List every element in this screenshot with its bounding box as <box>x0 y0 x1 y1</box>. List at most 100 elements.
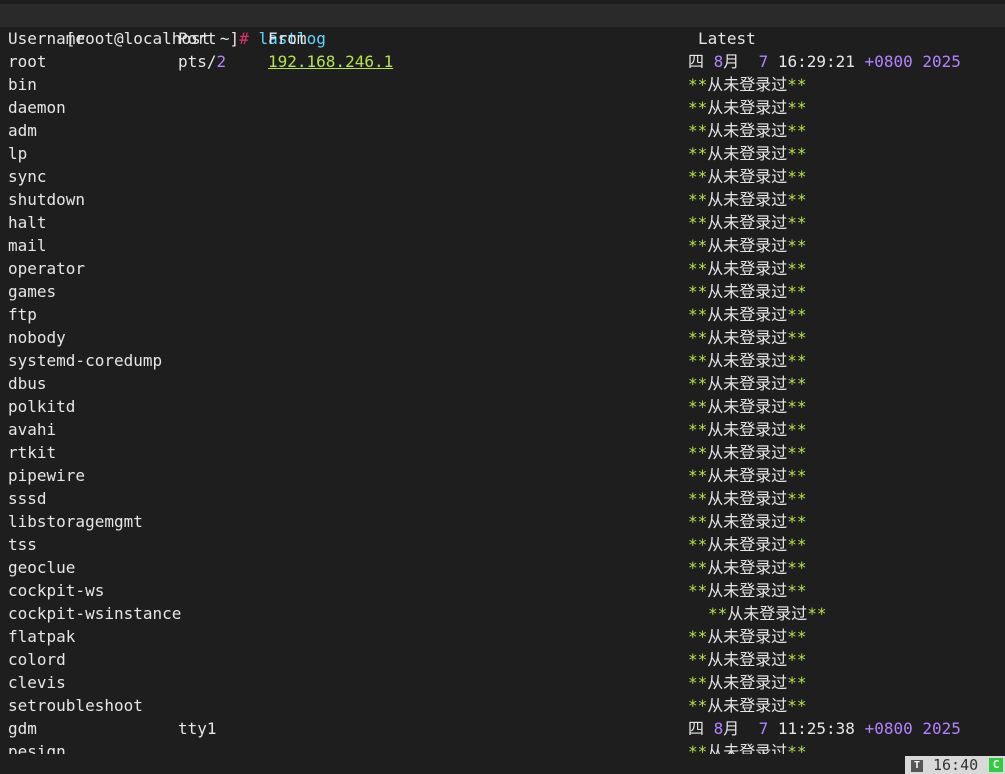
row-latest: **从未登录过** <box>688 673 807 692</box>
connection-status-icon: C <box>989 758 1003 772</box>
row-latest: **从未登录过** <box>688 466 807 485</box>
header-row: Username Port From Latest <box>0 27 756 50</box>
row-latest: 四 8月 7 11:25:38 +0800 2025 <box>688 719 961 738</box>
row-latest: **从未登录过** <box>688 98 807 117</box>
row-latest: **从未登录过** <box>688 512 807 531</box>
row-latest: **从未登录过** <box>688 213 807 232</box>
row-latest: **从未登录过** <box>688 696 807 715</box>
table-row: cockpit-wsinstance **从未登录过** <box>0 602 1005 625</box>
header-username: Username <box>8 29 86 48</box>
table-row: rtkit **从未登录过** <box>0 441 1005 464</box>
table-row: adm **从未登录过** <box>0 119 1005 142</box>
table-row: root pts/2 192.168.246.1 四 8月 7 16:29:21 +0… <box>0 50 1005 73</box>
row-latest: **从未登录过** <box>688 167 807 186</box>
row-username: cockpit-ws <box>8 581 105 600</box>
row-username: sync <box>8 167 47 186</box>
row-latest: **从未登录过** <box>688 489 807 508</box>
status-bar: T 16:40 C <box>0 754 1005 774</box>
row-latest: **从未登录过** <box>688 121 807 140</box>
table-row: halt **从未登录过** <box>0 211 1005 234</box>
table-row: colord **从未登录过** <box>0 648 1005 671</box>
header-latest: Latest <box>698 29 756 48</box>
row-latest: **从未登录过** <box>688 351 807 370</box>
row-latest: **从未登录过** <box>708 604 827 623</box>
table-row: polkitd **从未登录过** <box>0 395 1005 418</box>
row-latest: **从未登录过** <box>688 374 807 393</box>
table-row: mail **从未登录过** <box>0 234 1005 257</box>
row-latest: **从未登录过** <box>688 259 807 278</box>
row-latest: **从未登录过** <box>688 75 807 94</box>
row-latest: **从未登录过** <box>688 144 807 163</box>
table-row: shutdown **从未登录过** <box>0 188 1005 211</box>
table-row: systemd-coredump **从未登录过** <box>0 349 1005 372</box>
row-username: root <box>8 52 47 71</box>
row-username: lp <box>8 144 28 163</box>
row-username: mail <box>8 236 47 255</box>
row-latest: **从未登录过** <box>688 535 807 554</box>
table-row: operator **从未登录过** <box>0 257 1005 280</box>
header-port: Port <box>178 29 217 48</box>
row-latest: **从未登录过** <box>688 443 807 462</box>
row-username: ftp <box>8 305 37 324</box>
row-username: libstoragemgmt <box>8 512 143 531</box>
terminal-icon: T <box>911 760 923 772</box>
header-from: From <box>268 29 307 48</box>
row-username: shutdown <box>8 190 86 209</box>
row-latest: **从未登录过** <box>688 650 807 669</box>
clock-widget[interactable]: T 16:40 C <box>905 756 1005 774</box>
row-latest: 四 8月 7 16:29:21 +0800 2025 <box>688 52 961 71</box>
table-row: gdm tty1 四 8月 7 11:25:38 +0800 2025 <box>0 717 1005 740</box>
row-username: nobody <box>8 328 66 347</box>
row-username: flatpak <box>8 627 76 646</box>
row-username: pesign <box>8 742 66 754</box>
row-username: games <box>8 282 57 301</box>
row-latest: **从未登录过** <box>688 627 807 646</box>
table-row: pipewire **从未登录过** <box>0 464 1005 487</box>
table-row: geoclue **从未登录过** <box>0 556 1005 579</box>
row-port: pts/2 <box>178 52 227 71</box>
table-row: sync **从未登录过** <box>0 165 1005 188</box>
row-latest: **从未登录过** <box>688 305 807 324</box>
row-username: tss <box>8 535 37 554</box>
row-username: halt <box>8 213 47 232</box>
table-row: flatpak **从未登录过** <box>0 625 1005 648</box>
row-username: dbus <box>8 374 47 393</box>
table-row: setroubleshoot **从未登录过** <box>0 694 1005 717</box>
row-username: avahi <box>8 420 57 439</box>
terminal-window[interactable]: [root@localhost ~]# lastlog Username Por… <box>0 0 1005 754</box>
row-latest: **从未登录过** <box>688 236 807 255</box>
row-username: bin <box>8 75 37 94</box>
row-username: cockpit-wsinstance <box>8 604 182 623</box>
table-row: libstoragemgmt **从未登录过** <box>0 510 1005 533</box>
row-latest: **从未登录过** <box>688 558 807 577</box>
table-row: cockpit-ws **从未登录过** <box>0 579 1005 602</box>
row-username: systemd-coredump <box>8 351 163 370</box>
row-port: tty1 <box>178 719 217 738</box>
row-from-ip[interactable]: 192.168.246.1 <box>268 50 393 73</box>
table-row: lp **从未登录过** <box>0 142 1005 165</box>
clock-time: 16:40 <box>933 756 979 774</box>
row-latest: **从未登录过** <box>688 420 807 439</box>
row-latest: **从未登录过** <box>688 397 807 416</box>
row-username: gdm <box>8 719 37 738</box>
table-row: daemon **从未登录过** <box>0 96 1005 119</box>
table-row: tss **从未登录过** <box>0 533 1005 556</box>
prompt-symbol: # <box>239 29 249 48</box>
row-username: pipewire <box>8 466 86 485</box>
row-latest: **从未登录过** <box>688 742 807 754</box>
table-row: clevis **从未登录过** <box>0 671 1005 694</box>
table-row: bin **从未登录过** <box>0 73 1005 96</box>
table-row: dbus **从未登录过** <box>0 372 1005 395</box>
row-username: geoclue <box>8 558 76 577</box>
row-latest: **从未登录过** <box>688 190 807 209</box>
row-username: operator <box>8 259 86 278</box>
table-row: sssd **从未登录过** <box>0 487 1005 510</box>
row-latest: **从未登录过** <box>688 581 807 600</box>
row-username: polkitd <box>8 397 76 416</box>
table-row: games **从未登录过** <box>0 280 1005 303</box>
table-row: nobody **从未登录过** <box>0 326 1005 349</box>
row-username: setroubleshoot <box>8 696 143 715</box>
row-username: daemon <box>8 98 66 117</box>
row-username: clevis <box>8 673 66 692</box>
row-username: adm <box>8 121 37 140</box>
